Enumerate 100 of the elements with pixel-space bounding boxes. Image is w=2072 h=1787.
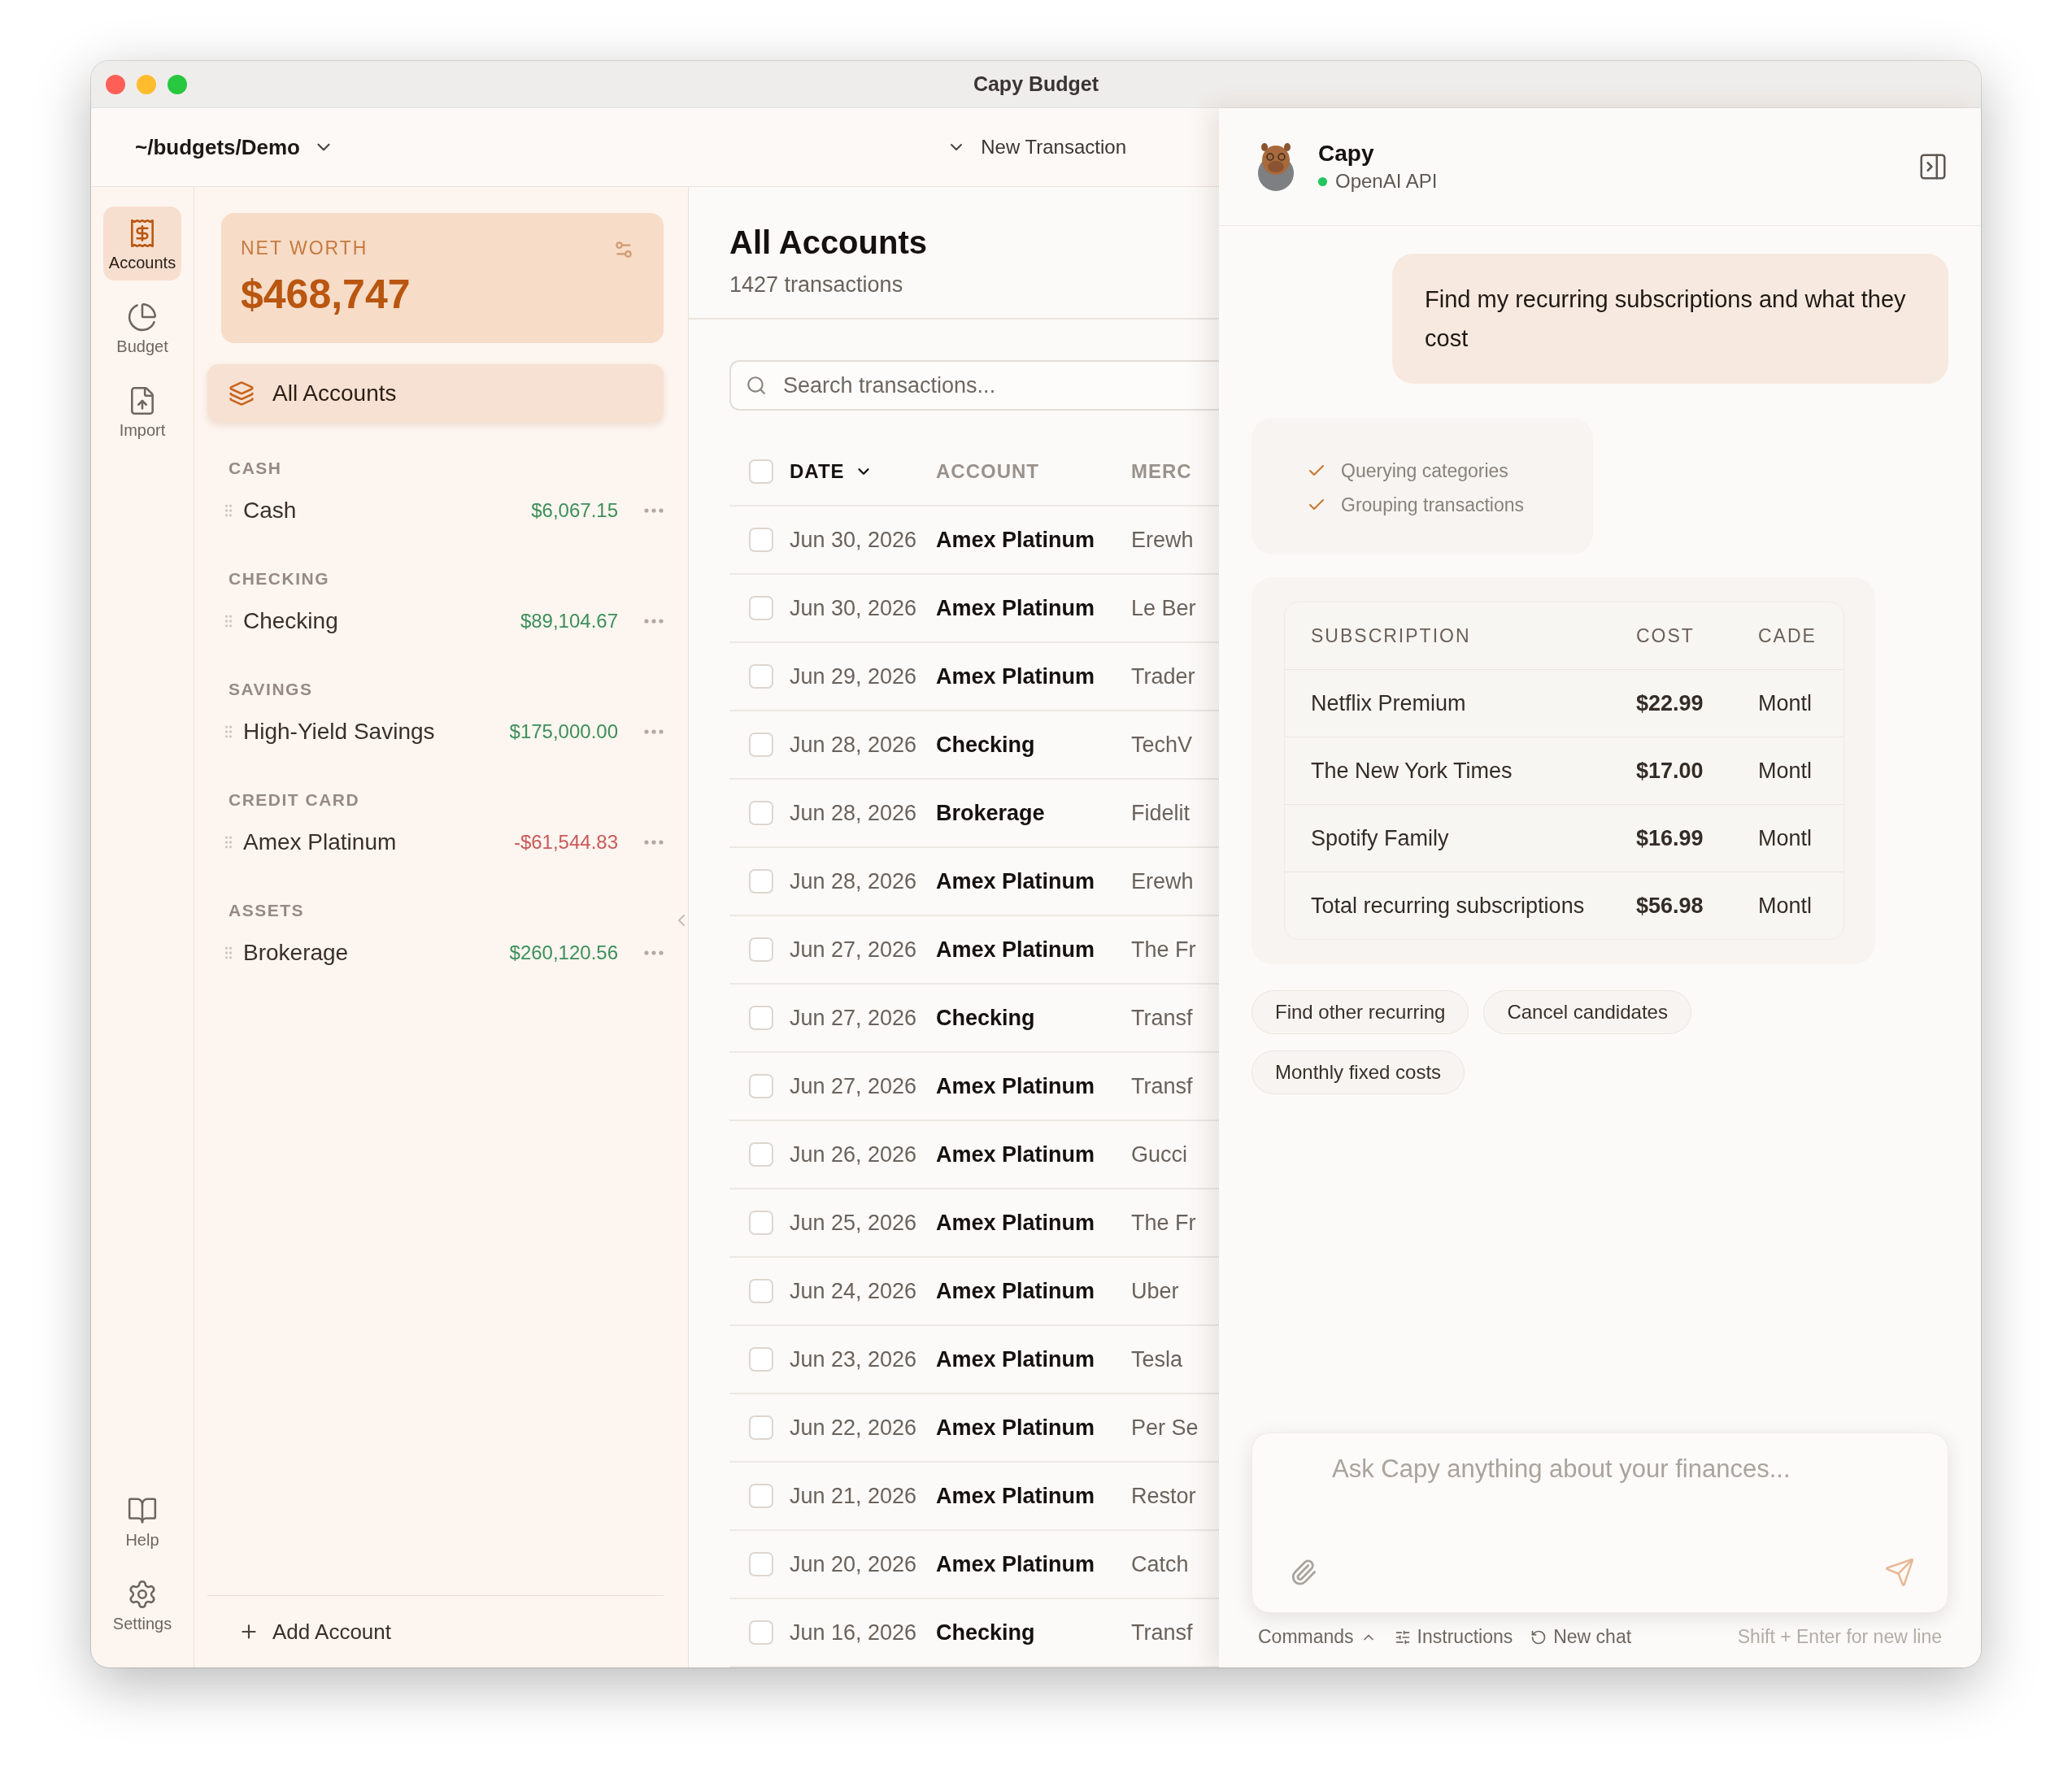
ellipsis-icon [644,840,664,845]
merchant-cell-text: Uber [1131,1278,1180,1304]
settings-icon [127,1579,158,1610]
column-header[interactable]: DATE [790,460,936,483]
merchant-cell-text: Per Se [1131,1415,1199,1441]
budget-selector[interactable]: ~/budgets/Demo [135,134,334,160]
table-cell-text: Montl [1758,893,1813,919]
account-group-heading: CREDIT CARD [229,790,361,810]
account-cell-text: Amex Platinum [936,868,1096,894]
date-cell-text: Jun 27, 2026 [790,1073,918,1099]
add-account-button[interactable]: Add Account [238,1619,391,1645]
transaction-count: 1427 transactions [729,272,904,298]
net-worth-label: NET WORTH [241,237,368,259]
row-checkbox[interactable] [749,528,773,552]
more-button[interactable] [644,508,664,513]
rail-tab[interactable]: Settings [103,1567,181,1641]
account-name[interactable]: Brokerage [243,940,510,966]
step-label: Grouping transactions [1341,493,1524,517]
suggestion-chip[interactable]: Find other recurring [1251,990,1469,1034]
merchant-cell-text: Transf [1131,1620,1194,1646]
account-balance: -$61,544.83 [513,831,618,854]
row-checkbox[interactable] [749,1006,773,1030]
row-checkbox[interactable] [749,1415,773,1440]
close-panel-button[interactable] [1917,151,1948,182]
new-chat-button[interactable]: New chat [1530,1626,1632,1648]
suggestion-chip[interactable]: Cancel candidates [1483,990,1691,1034]
assistant-name: Capy [1318,141,1375,167]
message-input[interactable]: Ask Capy anything about your finances... [1290,1454,1915,1503]
row-checkbox[interactable] [749,937,773,962]
rail-tab[interactable]: Import [103,374,181,448]
account-cell-text: Amex Platinum [936,1483,1096,1509]
merchant-cell-text: The Fr [1131,1210,1197,1236]
search-icon [746,375,767,396]
merchant-cell-text: The Fr [1131,937,1197,963]
row-checkbox[interactable] [749,1347,773,1372]
panel-right-icon [1917,151,1948,182]
account-name[interactable]: Amex Platinum [243,829,514,855]
date-cell-text: Jun 28, 2026 [790,800,918,826]
account-cell-text: Amex Platinum [936,1346,1096,1372]
merchant-cell-text: Transf [1131,1005,1194,1031]
account-name[interactable]: High-Yield Savings [243,719,510,745]
keyboard-hint: Shift + Enter for new line [1737,1626,1942,1648]
more-button[interactable] [644,729,664,734]
row-checkbox[interactable] [749,1074,773,1098]
date-cell-text: Jun 24, 2026 [790,1278,918,1304]
date-cell-text: Jun 16, 2026 [790,1620,918,1646]
row-checkbox[interactable] [749,1620,773,1645]
commands-button[interactable]: Commands [1258,1626,1377,1648]
send-button[interactable] [1884,1557,1915,1588]
row-checkbox[interactable] [749,1142,773,1167]
merchant-cell-text: Erewh [1131,868,1195,894]
account-name[interactable]: Checking [243,608,520,634]
suggestion-chip[interactable]: Monthly fixed costs [1251,1050,1465,1094]
sliders-icon[interactable] [613,239,634,260]
new-transaction-button[interactable]: New Transaction [947,136,1126,159]
date-cell-text: Jun 25, 2026 [790,1210,918,1236]
merchant-cell-text: Erewh [1131,527,1195,553]
window-title: Capy Budget [973,72,1099,96]
account-cell-text: Amex Platinum [936,1210,1096,1236]
merchant-cell-text: Transf [1131,1073,1194,1099]
row-checkbox[interactable] [749,869,773,894]
select-all-checkbox[interactable] [749,459,773,484]
more-button[interactable] [644,619,664,624]
account-cell-text: Amex Platinum [936,1141,1096,1167]
account-balance: $89,104.67 [520,610,618,633]
account-cell-text: Amex Platinum [936,1073,1096,1099]
minimize-window-button[interactable] [137,74,156,94]
row-checkbox[interactable] [749,1211,773,1235]
rail-tab[interactable]: Help [103,1484,181,1558]
row-checkbox[interactable] [749,801,773,825]
more-button[interactable] [644,950,664,955]
search-field[interactable]: Search transactions... [729,360,1219,411]
table-header: COST [1636,624,1695,647]
row-checkbox[interactable] [749,1484,773,1508]
rail-tab[interactable]: Accounts [103,207,181,280]
account-group-heading: ASSETS [229,901,306,920]
date-cell-text: Jun 22, 2026 [790,1415,918,1441]
table-cell-text: $16.99 [1636,825,1704,851]
more-button[interactable] [644,840,664,845]
all-accounts-item[interactable]: All Accounts [207,364,664,423]
account-cell-text: Checking [936,1005,1036,1031]
account-cell-text: Checking [936,1620,1036,1646]
zoom-window-button[interactable] [168,74,187,94]
row-checkbox[interactable] [749,596,773,620]
merchant-cell-text: Restor [1131,1483,1197,1509]
account-cell-text: Brokerage [936,800,1046,826]
merchant-cell-text: TechV [1131,732,1194,758]
account-group-heading: CASH [229,459,283,478]
account-name[interactable]: Cash [243,498,532,524]
ellipsis-icon [644,508,664,513]
instructions-button[interactable]: Instructions [1394,1626,1513,1648]
refresh-icon [1530,1628,1547,1646]
row-checkbox[interactable] [749,1552,773,1576]
date-cell-text: Jun 26, 2026 [790,1141,918,1167]
row-checkbox[interactable] [749,1279,773,1303]
row-checkbox[interactable] [749,664,773,689]
row-checkbox[interactable] [749,733,773,757]
attach-button[interactable] [1290,1559,1317,1586]
close-window-button[interactable] [106,74,125,94]
rail-tab[interactable]: Budget [103,290,181,364]
